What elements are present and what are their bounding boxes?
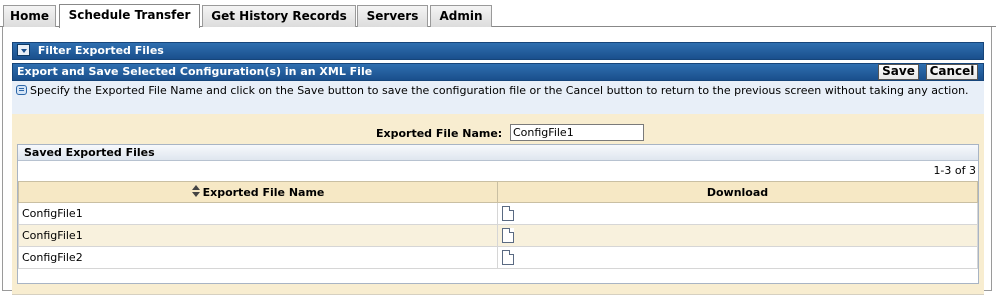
download-cell (497, 246, 978, 269)
column-header-file-name[interactable]: Exported File Name (18, 181, 498, 203)
document-icon[interactable] (502, 206, 514, 221)
file-name-input[interactable] (510, 124, 644, 141)
file-name-cell: ConfigFile1 (18, 202, 498, 225)
saved-files-section: Saved Exported Files 1-3 of 3 Exported F… (17, 144, 979, 284)
saved-files-title: Saved Exported Files (18, 145, 978, 161)
download-cell (497, 224, 978, 247)
tab-home[interactable]: Home (3, 5, 56, 27)
filter-title: Filter Exported Files (37, 44, 164, 57)
collapse-arrow-icon[interactable] (17, 44, 30, 56)
main-panel: Filter Exported Files Export and Save Se… (2, 27, 992, 295)
record-count: 1-3 of 3 (933, 164, 976, 177)
save-button[interactable]: Save (878, 64, 919, 80)
saved-files-table: Exported File Name Download ConfigFile1 … (18, 181, 978, 269)
table-row: ConfigFile1 (18, 224, 978, 247)
file-name-cell: ConfigFile1 (18, 224, 498, 247)
file-name-cell: ConfigFile2 (18, 246, 498, 269)
filter-bar[interactable]: Filter Exported Files (12, 42, 984, 60)
file-name-row: Exported File Name: (12, 123, 984, 143)
document-icon[interactable] (502, 228, 514, 243)
info-text: Specify the Exported File Name and click… (30, 84, 969, 97)
download-cell (497, 202, 978, 225)
cancel-button[interactable]: Cancel (926, 64, 978, 80)
document-icon[interactable] (502, 250, 514, 265)
column-header-download: Download (497, 181, 978, 203)
file-name-label: Exported File Name: (376, 127, 503, 140)
tab-get-history-records[interactable]: Get History Records (202, 5, 356, 27)
export-header: Export and Save Selected Configuration(s… (12, 63, 984, 81)
sort-icon[interactable] (191, 185, 200, 197)
table-row: ConfigFile1 (18, 202, 978, 225)
tab-servers[interactable]: Servers (357, 5, 428, 27)
info-speech-icon (16, 85, 27, 95)
export-title: Export and Save Selected Configuration(s… (17, 65, 373, 78)
info-message: Specify the Exported File Name and click… (12, 81, 984, 114)
table-row: ConfigFile2 (18, 246, 978, 269)
tab-schedule-transfer[interactable]: Schedule Transfer (59, 4, 200, 28)
tab-bar: Home Schedule Transfer Get History Recor… (0, 4, 996, 28)
export-form: Exported File Name: Saved Exported Files… (12, 114, 984, 295)
tab-admin[interactable]: Admin (430, 5, 492, 27)
